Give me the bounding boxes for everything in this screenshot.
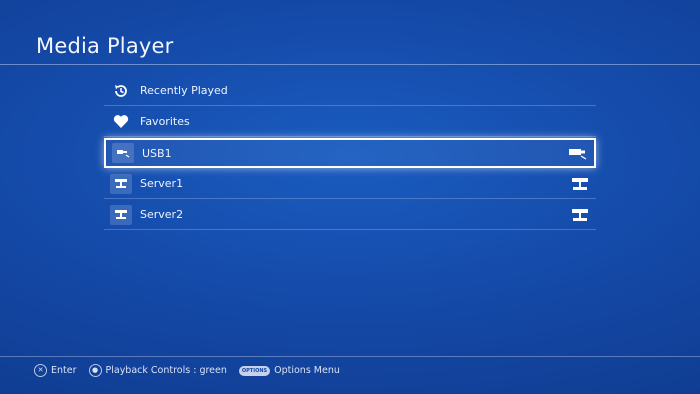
button-hints-bar: ✕ Enter ● Playback Controls : green OPTI… bbox=[34, 364, 352, 377]
hint-enter-label: Enter bbox=[51, 365, 77, 376]
menu-item-label: Server2 bbox=[140, 208, 184, 221]
server-icon bbox=[110, 173, 132, 194]
hint-enter: ✕ Enter bbox=[34, 364, 77, 377]
page-title: Media Player bbox=[36, 34, 174, 58]
server-icon bbox=[110, 204, 132, 225]
heart-icon bbox=[110, 112, 132, 132]
menu-item-label: Recently Played bbox=[140, 84, 228, 97]
cross-button-icon: ✕ bbox=[34, 364, 47, 377]
usb-device-icon bbox=[567, 145, 589, 161]
menu-item-server2[interactable]: Server2 bbox=[104, 200, 596, 230]
usb-icon bbox=[112, 143, 134, 163]
menu-item-label: Favorites bbox=[140, 115, 190, 128]
media-source-list: Recently Played Favorites USB1 Server1 S… bbox=[104, 76, 596, 231]
menu-item-recently-played[interactable]: Recently Played bbox=[104, 76, 596, 106]
hint-playback-controls: ● Playback Controls : green bbox=[88, 364, 227, 377]
header-divider bbox=[0, 64, 700, 65]
options-button-icon: OPTIONS bbox=[238, 365, 271, 376]
controller-button-icon: ● bbox=[88, 364, 102, 377]
history-icon bbox=[110, 81, 132, 101]
menu-item-favorites[interactable]: Favorites bbox=[104, 107, 596, 137]
menu-item-usb1[interactable]: USB1 bbox=[104, 138, 596, 168]
network-server-icon bbox=[569, 176, 591, 192]
hint-playback-label: Playback Controls : green bbox=[105, 365, 227, 376]
menu-item-label: Server1 bbox=[140, 177, 184, 190]
hint-options-menu: OPTIONS Options Menu bbox=[238, 365, 340, 376]
network-server-icon bbox=[569, 207, 591, 223]
hint-options-label: Options Menu bbox=[274, 365, 340, 376]
menu-item-server1[interactable]: Server1 bbox=[104, 169, 596, 199]
menu-item-label: USB1 bbox=[142, 146, 172, 160]
footer-divider bbox=[0, 356, 700, 357]
